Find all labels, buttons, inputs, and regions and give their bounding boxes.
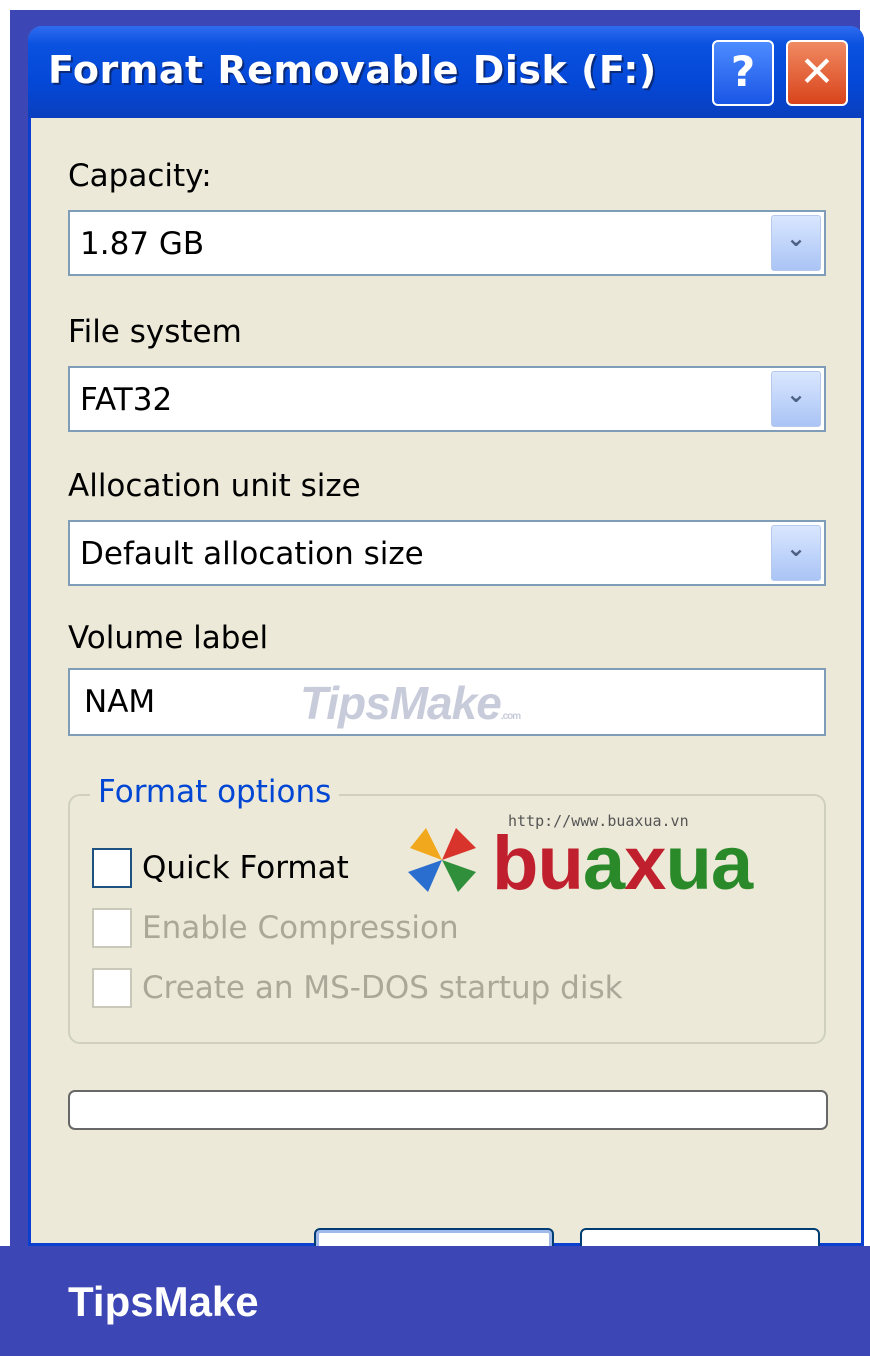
close-dialog-button[interactable]: [580, 1228, 820, 1246]
capacity-value: 1.87 GB: [80, 226, 205, 262]
file-system-value: FAT32: [80, 382, 173, 418]
file-system-select[interactable]: FAT32 ⌄: [68, 366, 826, 432]
volume-label-input[interactable]: NAM TipsMake.com: [68, 668, 826, 736]
allocation-value: Default allocation size: [80, 536, 424, 572]
allocation-dropdown-button[interactable]: ⌄: [771, 525, 821, 581]
logo-letter: a: [710, 821, 753, 906]
chevron-down-icon: ⌄: [785, 380, 807, 408]
chevron-down-icon: ⌄: [785, 224, 807, 252]
logo-letter: x: [624, 821, 666, 906]
watermark-text: TipsMake: [300, 677, 502, 729]
file-system-label: File system: [68, 314, 242, 350]
capacity-label: Capacity:: [68, 158, 212, 194]
enable-compression-label: Enable Compression: [142, 910, 459, 946]
pinwheel-icon: [408, 828, 476, 892]
msdos-startup-option: Create an MS-DOS startup disk: [92, 968, 692, 1012]
allocation-select[interactable]: Default allocation size ⌄: [68, 520, 826, 586]
format-dialog: Format Removable Disk (F:) ? ✕ Capacity:…: [28, 26, 864, 1246]
help-button[interactable]: ?: [712, 40, 774, 106]
msdos-startup-label: Create an MS-DOS startup disk: [142, 970, 623, 1006]
start-button[interactable]: [314, 1228, 554, 1246]
quick-format-label: Quick Format: [142, 850, 349, 886]
close-button[interactable]: ✕: [786, 40, 848, 106]
format-options-group: Format options Quick Format Enable Compr…: [68, 774, 826, 1044]
quick-format-option[interactable]: Quick Format: [92, 848, 392, 892]
question-mark-icon: ?: [730, 47, 756, 96]
watermark-suffix: .com: [500, 711, 521, 722]
title-bar[interactable]: Format Removable Disk (F:) ? ✕: [28, 26, 864, 118]
enable-compression-option: Enable Compression: [92, 908, 512, 952]
buaxua-wordmark: buaxua: [492, 826, 753, 902]
buaxua-logo: http://www.buaxua.vn buaxua: [400, 812, 810, 902]
logo-letter: a: [582, 821, 625, 906]
tipsmake-watermark: TipsMake.com: [300, 676, 521, 730]
msdos-startup-checkbox: [92, 968, 132, 1008]
banner-text: TipsMake: [68, 1278, 259, 1325]
close-icon: ✕: [799, 47, 835, 96]
format-options-title: Format options: [90, 774, 340, 810]
file-system-dropdown-button[interactable]: ⌄: [771, 371, 821, 427]
volume-label-value: NAM: [84, 684, 156, 720]
tipsmake-banner: TipsMake: [0, 1246, 870, 1356]
quick-format-checkbox[interactable]: [92, 848, 132, 888]
allocation-label: Allocation unit size: [68, 468, 361, 504]
logo-letter: b: [492, 821, 538, 906]
enable-compression-checkbox: [92, 908, 132, 948]
logo-letter: u: [537, 821, 583, 906]
chevron-down-icon: ⌄: [785, 534, 807, 562]
capacity-dropdown-button[interactable]: ⌄: [771, 215, 821, 271]
logo-letter: u: [665, 821, 711, 906]
format-progress-bar: [68, 1090, 828, 1130]
window-title: Format Removable Disk (F:): [48, 48, 657, 92]
capacity-select[interactable]: 1.87 GB ⌄: [68, 210, 826, 276]
volume-label-label: Volume label: [68, 620, 269, 656]
